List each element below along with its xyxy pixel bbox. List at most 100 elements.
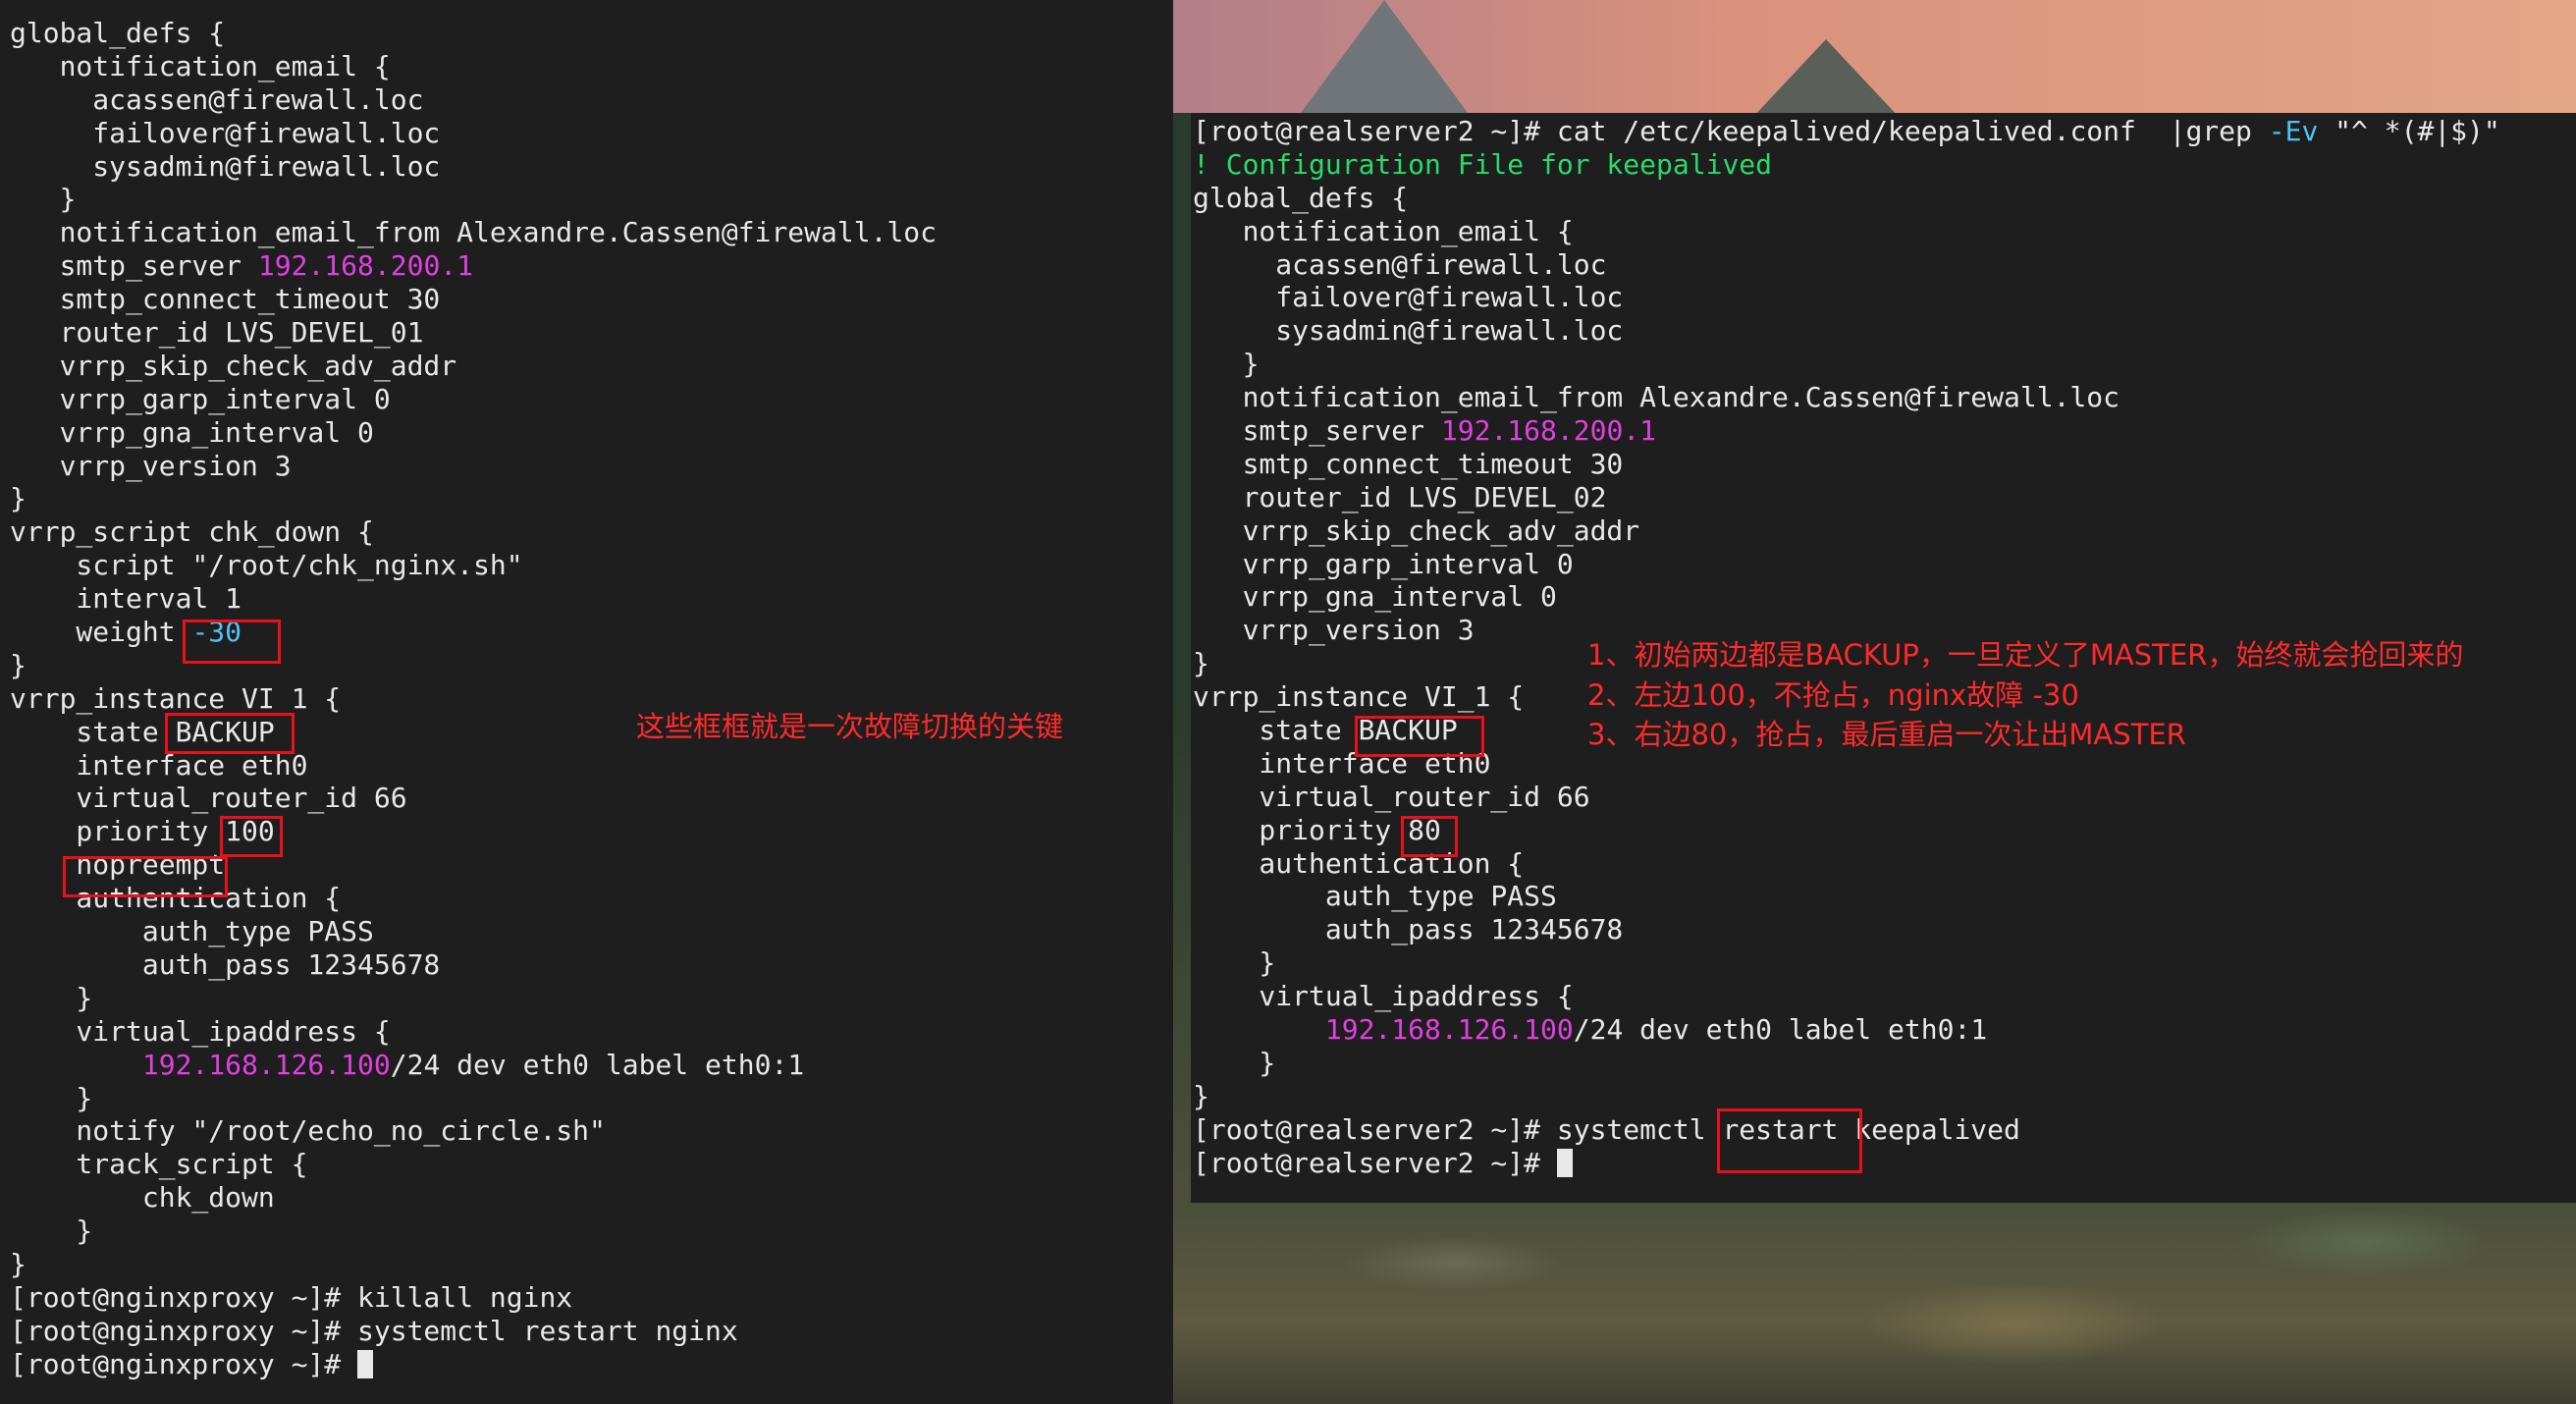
left_terminal-line: priority 100 xyxy=(10,815,1173,848)
left_terminal-text: failover@firewall.loc xyxy=(10,116,441,149)
left_terminal-text: notification_email { xyxy=(10,49,391,82)
right_terminal-text: 192.168.126.100 xyxy=(1324,1013,1574,1047)
left_terminal-text: global_defs { xyxy=(10,17,226,49)
left_terminal-line: } xyxy=(10,183,1173,216)
right_terminal-line: auth_pass 12345678 xyxy=(1193,913,2576,946)
left_terminal-line: } xyxy=(10,1215,1173,1248)
left_terminal-line: } xyxy=(10,1082,1173,1115)
right_terminal-line: ! Configuration File for keepalived xyxy=(1193,148,2576,182)
left_terminal-text: [root@nginxproxy ~]# killall nginx xyxy=(10,1280,573,1314)
right_terminal-line: [root@realserver2 ~]# cat /etc/keepalive… xyxy=(1193,115,2576,148)
left_terminal-text: weight xyxy=(10,616,192,649)
left_terminal-line: vrrp_script chk_down { xyxy=(10,515,1173,549)
left-terminal[interactable]: global_defs { notification_email { acass… xyxy=(0,0,1173,1404)
right_terminal-text: } xyxy=(1193,946,1276,980)
highlight-restart xyxy=(1717,1108,1862,1173)
right_terminal-line: global_defs { xyxy=(1193,182,2576,215)
right_terminal-text: /24 dev eth0 label eth0:1 xyxy=(1573,1013,1988,1047)
wallpaper-mountain-peak-small xyxy=(1752,39,1900,118)
left_terminal-text: 192.168.200.1 xyxy=(257,249,474,283)
left_terminal-line: notification_email_from Alexandre.Cassen… xyxy=(10,216,1173,249)
right_terminal-text: [root@realserver2 ~]# cat /etc/keepalive… xyxy=(1193,115,2269,147)
right_terminal-text: } xyxy=(1193,348,1260,381)
left_terminal-text: sysadmin@firewall.loc xyxy=(10,149,441,183)
right_terminal-text: notification_email_from Alexandre.Cassen… xyxy=(1193,381,2120,414)
left_terminal-line: track_script { xyxy=(10,1148,1173,1181)
right_terminal-text: sysadmin@firewall.loc xyxy=(1193,314,1624,348)
left_terminal-text: virtual_router_id 66 xyxy=(10,782,407,815)
right_terminal-line: auth_type PASS xyxy=(1193,880,2576,913)
right_terminal-line: vrrp_gna_interval 0 xyxy=(1193,580,2576,614)
right_terminal-line: router_id LVS_DEVEL_02 xyxy=(1193,481,2576,514)
left_terminal-line: global_defs { xyxy=(10,17,1173,50)
right_terminal-line: vrrp_garp_interval 0 xyxy=(1193,548,2576,581)
left_terminal-line: [root@nginxproxy ~]# killall nginx xyxy=(10,1281,1173,1315)
left_terminal-text: script "/root/chk_nginx.sh" xyxy=(10,549,523,582)
right_terminal-line: vrrp_skip_check_adv_addr xyxy=(1193,514,2576,548)
left_terminal-text: router_id LVS_DEVEL_01 xyxy=(10,316,424,350)
left_terminal-line: } xyxy=(10,482,1173,515)
left_terminal-text: auth_type PASS xyxy=(10,915,374,948)
left_terminal-line: [root@nginxproxy ~]# systemctl restart n… xyxy=(10,1315,1173,1348)
right_terminal-line: [root@realserver2 ~]# xyxy=(1193,1147,2576,1180)
highlight-state-backup-right xyxy=(1355,716,1484,757)
annotation-right-note-3: 3、右边80，抢占，最后重启一次让出MASTER xyxy=(1587,718,2186,751)
terminal-cursor[interactable] xyxy=(357,1349,374,1378)
left_terminal-text: track_script { xyxy=(10,1148,308,1181)
right_terminal-line: smtp_connect_timeout 30 xyxy=(1193,448,2576,481)
left_terminal-line: interval 1 xyxy=(10,582,1173,616)
left_terminal-line: smtp_server 192.168.200.1 xyxy=(10,249,1173,283)
annotation-right-note-2: 2、左边100，不抢占，nginx故障 -30 xyxy=(1587,678,2079,712)
right_terminal-text: -Ev xyxy=(2268,115,2319,147)
left_terminal-text: } xyxy=(10,981,93,1014)
left_terminal-text: auth_pass 12345678 xyxy=(10,947,441,981)
left_terminal-line: acassen@firewall.loc xyxy=(10,83,1173,117)
left_terminal-text: smtp_server xyxy=(10,249,258,283)
left_terminal-text: [root@nginxproxy ~]# systemctl restart n… xyxy=(10,1314,738,1347)
left_terminal-line: [root@nginxproxy ~]# xyxy=(10,1348,1173,1381)
right_terminal-text: virtual_ipaddress { xyxy=(1193,980,1574,1013)
right_terminal-text: smtp_server xyxy=(1193,414,1441,448)
right_terminal-text: authentication { xyxy=(1193,846,1525,880)
left_terminal-text: /24 dev eth0 label eth0:1 xyxy=(390,1048,805,1081)
right_terminal-text: failover@firewall.loc xyxy=(1193,281,1624,314)
left_terminal-text: vrrp_gna_interval 0 xyxy=(10,415,374,449)
right_terminal-text: smtp_connect_timeout 30 xyxy=(1193,447,1624,480)
left_terminal-text: virtual_ipaddress { xyxy=(10,1014,391,1048)
right_terminal-text: global_defs { xyxy=(1193,181,1409,214)
left_terminal-text: smtp_connect_timeout 30 xyxy=(10,283,441,316)
right_terminal-text: } xyxy=(1193,1079,1209,1112)
left_terminal-text: notify "/root/echo_no_circle.sh" xyxy=(10,1114,606,1148)
right_terminal-line: } xyxy=(1193,946,2576,980)
right_terminal-line: failover@firewall.loc xyxy=(1193,281,2576,314)
left_terminal-text: acassen@firewall.loc xyxy=(10,82,424,116)
wallpaper-foreground xyxy=(1173,1203,2576,1404)
left_terminal-line: router_id LVS_DEVEL_01 xyxy=(10,316,1173,350)
left_terminal-line: failover@firewall.loc xyxy=(10,117,1173,150)
highlight-nopreempt xyxy=(63,856,228,897)
left_terminal-line: script "/root/chk_nginx.sh" xyxy=(10,549,1173,582)
left_terminal-line: auth_pass 12345678 xyxy=(10,948,1173,982)
left_terminal-text: chk_down xyxy=(10,1181,275,1215)
highlight-priority-80 xyxy=(1401,816,1458,857)
wallpaper-mountain-peak xyxy=(1301,0,1468,113)
right_terminal-line: smtp_server 192.168.200.1 xyxy=(1193,414,2576,448)
left_terminal-text: vrrp_instance VI_1 { xyxy=(10,681,342,715)
annotation-right-note-1: 1、初始两边都是BACKUP，一旦定义了MASTER，始终就会抢回来的 xyxy=(1587,638,2464,672)
right_terminal-text xyxy=(1193,1013,1325,1046)
right_terminal-text: vrrp_version 3 xyxy=(1193,614,1475,647)
left_terminal-text: vrrp_version 3 xyxy=(10,449,292,482)
terminal-cursor[interactable] xyxy=(1556,1148,1573,1177)
right_terminal-text: vrrp_instance VI_1 { xyxy=(1193,680,1525,714)
right_terminal-line: virtual_ipaddress { xyxy=(1193,980,2576,1013)
right_terminal-text: [root@realserver2 ~]# systemctl restart … xyxy=(1193,1112,2020,1146)
right_terminal-text: router_id LVS_DEVEL_02 xyxy=(1193,480,1607,513)
left_terminal-text: [root@nginxproxy ~]# xyxy=(10,1347,358,1380)
right_terminal-line: notification_email { xyxy=(1193,215,2576,248)
left_terminal-text: interval 1 xyxy=(10,582,242,616)
right_terminal-line: } xyxy=(1193,1080,2576,1113)
right_terminal-text: 192.168.200.1 xyxy=(1440,414,1657,448)
right_terminal-text: [root@realserver2 ~]# xyxy=(1193,1146,1557,1179)
right_terminal-line: notification_email_from Alexandre.Cassen… xyxy=(1193,381,2576,414)
right_terminal-text: "^ *(#|$)" xyxy=(2318,115,2500,147)
